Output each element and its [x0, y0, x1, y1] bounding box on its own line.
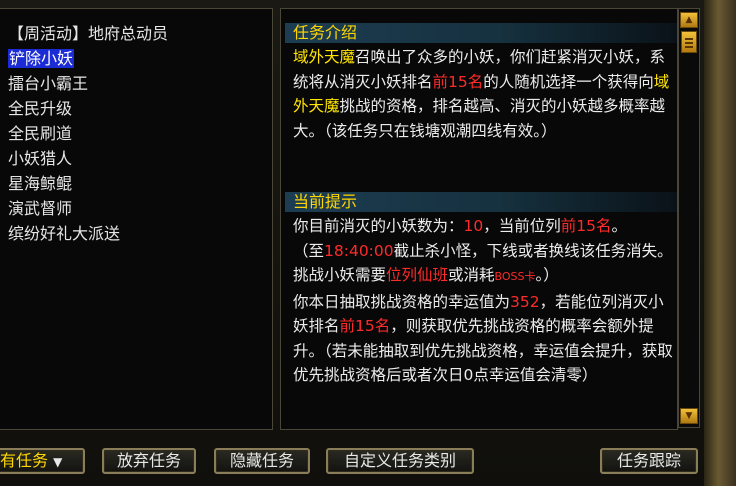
luck-value: 352	[510, 292, 540, 311]
quest-list-item-label: 铲除小妖	[8, 49, 75, 68]
hint-text: 你目前消灭的小妖数为：10，当前位列前15名。 （至18:40:00截止杀小怪，…	[293, 214, 675, 388]
track-task-button[interactable]: 任务跟踪	[600, 448, 698, 474]
rank-highlight-2: 前15名	[339, 317, 391, 335]
quest-list-item-label: 全民升级	[8, 99, 73, 118]
quest-list-item[interactable]: 【周活动】地府总动员	[8, 21, 272, 46]
triangle-down-icon: ▼	[685, 411, 693, 421]
task-filter-dropdown[interactable]: 有任务 ▼	[0, 448, 85, 474]
quest-list-item-label: 演武督师	[8, 199, 73, 218]
abandon-task-button[interactable]: 放弃任务	[102, 448, 196, 474]
hint-text-b1: （至	[293, 241, 325, 260]
boss-name: 域外天魔	[293, 48, 356, 66]
scroll-thumb[interactable]	[681, 31, 697, 53]
hint-text-a2: ，当前位列	[483, 217, 561, 235]
requirement: 位列仙班	[386, 266, 449, 284]
kill-count: 10	[463, 217, 484, 235]
quest-list-item[interactable]: 全民刷道	[8, 121, 272, 146]
hint-text-a1: 你目前消灭的小妖数为：	[293, 217, 464, 235]
quest-list-item-label: 【周活动】地府总动员	[8, 24, 169, 43]
task-filter-label: 有任务	[0, 451, 49, 470]
intro-section-title: 任务介绍	[285, 23, 677, 43]
custom-category-button[interactable]: 自定义任务类别	[326, 448, 474, 474]
hide-task-button[interactable]: 隐藏任务	[214, 448, 310, 474]
hint-text-b4: 。）	[535, 266, 559, 284]
quest-list-item[interactable]: 小妖猎人	[8, 146, 272, 171]
track-task-label: 任务跟踪	[616, 451, 681, 470]
hide-task-label: 隐藏任务	[229, 451, 294, 470]
abandon-task-label: 放弃任务	[116, 451, 181, 470]
quest-list: 【周活动】地府总动员 铲除小妖擂台小霸王全民升级全民刷道小妖猎人星海鲸鲲演武督师缤…	[0, 9, 272, 246]
hint-text-c1: 你本日抽取挑战资格的幸运值为	[293, 292, 511, 311]
quest-list-item-label: 擂台小霸王	[8, 74, 89, 93]
intro-text-3: 挑战的资格，排名越高、消灭的小妖越多概率越大。（该任务只在钱塘观潮四线有效。）	[293, 97, 666, 140]
quest-list-panel: 【周活动】地府总动员 铲除小妖擂台小霸王全民升级全民刷道小妖猎人星海鲸鲲演武督师缤…	[0, 8, 273, 430]
rank-highlight: 前15名	[432, 72, 484, 91]
triangle-up-icon: ▲	[685, 15, 693, 25]
window-border	[704, 0, 736, 486]
quest-list-item[interactable]: 星海鲸鲲	[8, 171, 272, 196]
hint-text-a3: 。	[611, 217, 628, 235]
scroll-down-button[interactable]: ▼	[680, 408, 698, 424]
boss-card: BOSS卡	[494, 270, 536, 283]
custom-category-label: 自定义任务类别	[343, 451, 456, 470]
quest-detail-panel: 任务介绍 域外天魔召唤出了众多的小妖，你们赶紧消灭小妖，系统将从消灭小妖排名前1…	[280, 8, 678, 430]
quest-list-item-label: 缤纷好礼大派送	[8, 224, 121, 243]
quest-list-item[interactable]: 铲除小妖	[8, 46, 272, 71]
hint-section-title: 当前提示	[285, 192, 677, 212]
deadline-time: 18:40:00	[324, 241, 394, 260]
quest-list-item-label: 星海鲸鲲	[8, 174, 73, 193]
quest-list-item-label: 全民刷道	[8, 124, 73, 143]
intro-text: 域外天魔召唤出了众多的小妖，你们赶紧消灭小妖，系统将从消灭小妖排名前15名的人随…	[293, 45, 675, 143]
detail-scrollbar[interactable]: ▲ ▼	[678, 8, 700, 428]
quest-list-item[interactable]: 缤纷好礼大派送	[8, 221, 272, 246]
scroll-up-button[interactable]: ▲	[680, 12, 698, 28]
quest-list-item-label: 小妖猎人	[8, 149, 73, 168]
quest-list-item[interactable]: 擂台小霸王	[8, 71, 272, 96]
chevron-down-icon: ▼	[53, 455, 63, 469]
quest-list-item[interactable]: 全民升级	[8, 96, 272, 121]
quest-list-item[interactable]: 演武督师	[8, 196, 272, 221]
intro-text-2: 的人随机选择一个获得向	[483, 72, 654, 91]
hint-text-b3: 或消耗	[448, 266, 495, 284]
current-rank: 前15名	[560, 217, 612, 235]
